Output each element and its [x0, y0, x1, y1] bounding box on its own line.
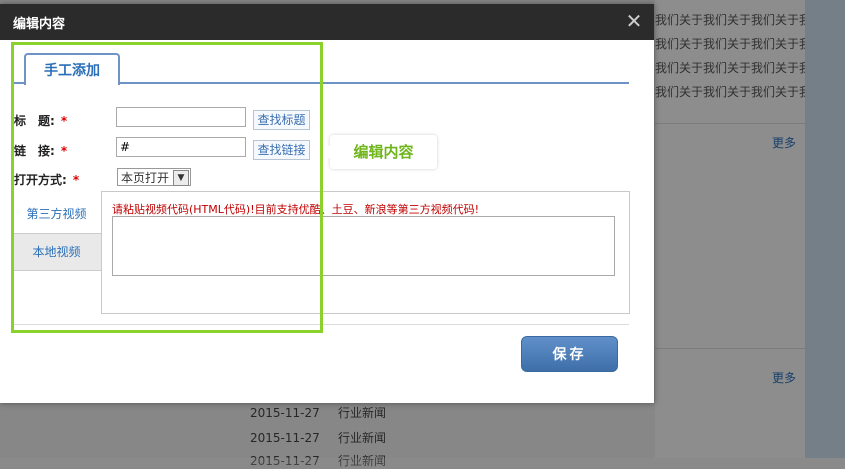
- find-title-button[interactable]: 查找标题: [253, 110, 310, 130]
- find-link-button[interactable]: 查找链接: [253, 140, 310, 160]
- tutorial-callout-text: 编辑内容: [353, 143, 414, 161]
- required-mark: *: [72, 173, 80, 187]
- open-mode-label: 打开方式: *: [14, 171, 79, 188]
- video-code-hint: 请粘贴视频代码(HTML代码)!目前支持优酷、土豆、新浪等第三方视频代码!: [112, 203, 480, 216]
- video-code-textarea[interactable]: [112, 216, 615, 276]
- title-input[interactable]: [116, 107, 246, 127]
- required-mark: *: [60, 144, 68, 158]
- footer-divider: [12, 324, 629, 325]
- modal-title: 编辑内容: [13, 17, 66, 32]
- edit-content-modal: 编辑内容 ✕ 手工添加 标 题: * 查找标题 链 接: * 查找链接 打开方式: *…: [0, 4, 654, 403]
- chevron-down-icon[interactable]: ▼: [173, 170, 189, 186]
- required-mark: *: [60, 114, 68, 128]
- close-icon[interactable]: ✕: [624, 10, 644, 32]
- link-input[interactable]: [116, 137, 246, 157]
- open-mode-label-text: 打开方式:: [14, 173, 67, 187]
- modal-header: 编辑内容 ✕: [0, 4, 654, 40]
- open-mode-select[interactable]: 本页打开 ▼: [117, 168, 191, 186]
- title-label: 标 题: *: [14, 112, 67, 129]
- link-label-text: 链 接:: [14, 144, 55, 158]
- tab-manual-add[interactable]: 手工添加: [24, 53, 120, 85]
- tab-local-video[interactable]: 本地视频: [12, 233, 101, 271]
- title-label-text: 标 题:: [14, 114, 55, 128]
- link-label: 链 接: *: [14, 142, 67, 159]
- save-button[interactable]: 保存: [521, 336, 618, 372]
- tutorial-callout: 编辑内容: [323, 135, 437, 169]
- callout-pointer-icon: [323, 145, 330, 159]
- tab-third-party-video[interactable]: 第三方视频: [12, 194, 101, 234]
- open-mode-value: 本页打开: [121, 171, 170, 185]
